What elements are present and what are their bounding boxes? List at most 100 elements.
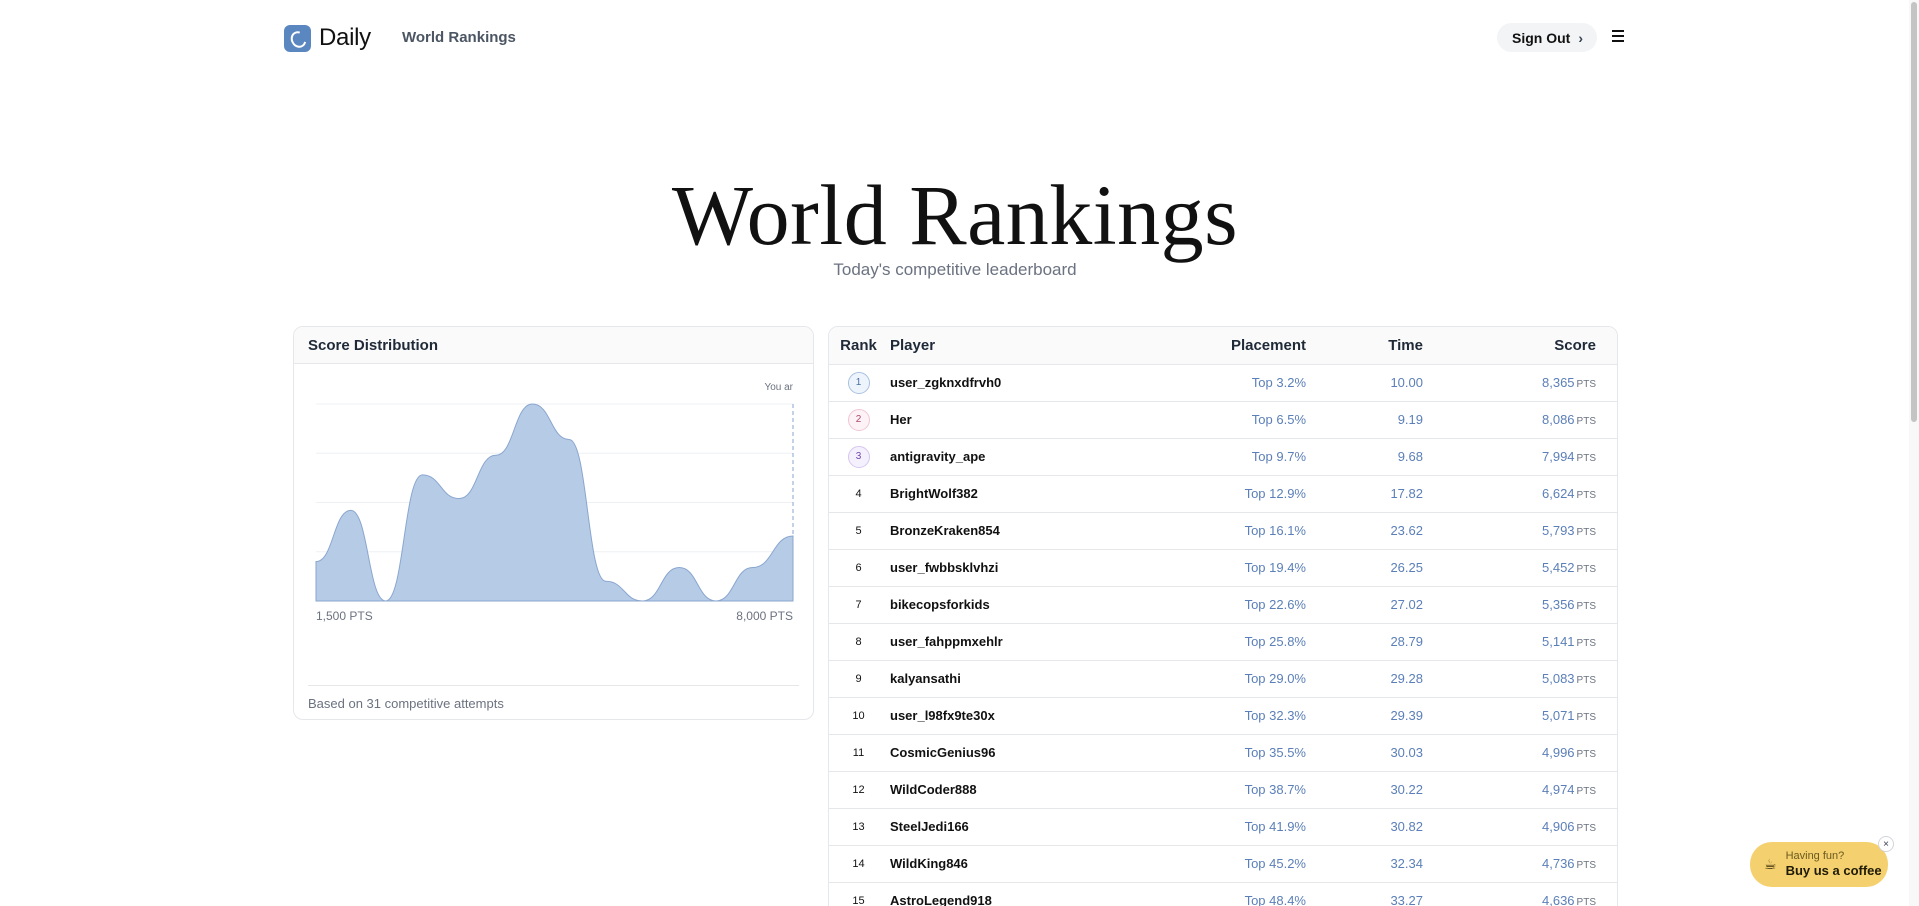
sign-out-button[interactable]: Sign Out › xyxy=(1497,23,1597,52)
close-coffee-icon[interactable]: × xyxy=(1878,836,1894,852)
rank-medal-badge: 3 xyxy=(847,445,870,468)
pts-unit: PTS xyxy=(1576,897,1596,906)
pts-unit: PTS xyxy=(1576,749,1596,760)
cell-score: 4,996 PTS xyxy=(1423,734,1617,772)
score-distribution-card: Score Distribution You ar 1,500 PTS 8,00… xyxy=(293,326,814,720)
rank-number: 13 xyxy=(852,820,865,833)
rank-number: 5 xyxy=(855,524,862,537)
cell-rank: 4 xyxy=(829,475,888,513)
score-value: 5,356 xyxy=(1542,597,1575,612)
brand-link[interactable]: Daily xyxy=(284,24,371,52)
pts-unit: PTS xyxy=(1576,786,1596,797)
pts-unit: PTS xyxy=(1576,453,1596,464)
cell-placement: Top 6.5% xyxy=(1158,401,1306,439)
score-value: 6,624 xyxy=(1542,486,1575,501)
cell-player[interactable]: WildKing846 xyxy=(888,845,1158,883)
score-value: 5,452 xyxy=(1542,560,1575,575)
pts-unit: PTS xyxy=(1576,860,1596,871)
pts-unit: PTS xyxy=(1576,490,1596,501)
cell-placement: Top 35.5% xyxy=(1158,734,1306,772)
leaderboard-card: Rank Player Placement Time Score 1 user_z… xyxy=(828,326,1618,906)
cell-player[interactable]: bikecopsforkids xyxy=(888,586,1158,624)
cell-player[interactable]: user_zgknxdfrvh0 xyxy=(888,364,1158,402)
column-header-player: Player xyxy=(888,327,1158,365)
coffee-line-2: Buy us a coffee xyxy=(1785,863,1882,878)
chevron-right-icon: › xyxy=(1578,29,1583,46)
distribution-footer: Based on 31 competitive attempts xyxy=(308,685,799,711)
pts-unit: PTS xyxy=(1576,675,1596,686)
score-value: 8,086 xyxy=(1542,412,1575,427)
cell-score: 5,071 PTS xyxy=(1423,697,1617,735)
cell-player[interactable]: user_fahppmxehlr xyxy=(888,623,1158,661)
cell-score: 7,994 PTS xyxy=(1423,438,1617,476)
cell-score: 5,083 PTS xyxy=(1423,660,1617,698)
scrollbar-thumb[interactable] xyxy=(1911,2,1917,422)
table-row[interactable]: 11 CosmicGenius96 Top 35.5% 30.03 4,996 PTS xyxy=(829,734,1617,772)
table-row[interactable]: 10 user_l98fx9te30x Top 32.3% 29.39 5,071 PTS xyxy=(829,697,1617,735)
cell-placement: Top 45.2% xyxy=(1158,845,1306,883)
table-row[interactable]: 13 SteelJedi166 Top 41.9% 30.82 4,906 PTS xyxy=(829,808,1617,846)
cell-player[interactable]: kalyansathi xyxy=(888,660,1158,698)
score-value: 4,736 xyxy=(1542,856,1575,871)
score-value: 4,636 xyxy=(1542,893,1575,906)
cell-player[interactable]: CosmicGenius96 xyxy=(888,734,1158,772)
buy-coffee-button[interactable]: ☕ Having fun? Buy us a coffee xyxy=(1750,842,1888,887)
score-distribution-chart: You ar 1,500 PTS 8,000 PTS xyxy=(315,382,794,623)
cell-placement: Top 38.7% xyxy=(1158,771,1306,809)
your-score-marker-label: You ar xyxy=(764,382,793,393)
top-bar: Daily World Rankings Sign Out › xyxy=(0,0,1900,76)
cell-placement: Top 19.4% xyxy=(1158,549,1306,587)
table-row[interactable]: 15 AstroLegend918 Top 48.4% 33.27 4,636 PTS xyxy=(829,882,1617,906)
cell-placement: Top 25.8% xyxy=(1158,623,1306,661)
cell-player[interactable]: BronzeKraken854 xyxy=(888,512,1158,550)
cell-player[interactable]: Her xyxy=(888,401,1158,439)
cell-player[interactable]: WildCoder888 xyxy=(888,771,1158,809)
cell-placement: Top 22.6% xyxy=(1158,586,1306,624)
rank-medal-badge: 2 xyxy=(847,408,870,431)
cell-time: 30.82 xyxy=(1306,808,1423,846)
table-row[interactable]: 9 kalyansathi Top 29.0% 29.28 5,083 PTS xyxy=(829,660,1617,698)
table-row[interactable]: 6 user_fwbbsklvhzi Top 19.4% 26.25 5,452 PTS xyxy=(829,549,1617,587)
cell-placement: Top 48.4% xyxy=(1158,882,1306,906)
table-row[interactable]: 5 BronzeKraken854 Top 16.1% 23.62 5,793 PTS xyxy=(829,512,1617,550)
page-title: World Rankings xyxy=(671,167,1239,263)
x-axis-min-label: 1,500 PTS xyxy=(316,609,373,623)
cell-player[interactable]: BrightWolf382 xyxy=(888,475,1158,513)
table-row[interactable]: 14 WildKing846 Top 45.2% 32.34 4,736 PTS xyxy=(829,845,1617,883)
cell-rank: 8 xyxy=(829,623,888,661)
table-row[interactable]: 4 BrightWolf382 Top 12.9% 17.82 6,624 PTS xyxy=(829,475,1617,513)
coffee-text: Having fun? Buy us a coffee xyxy=(1786,850,1882,879)
rank-number: 12 xyxy=(852,783,865,796)
cell-player[interactable]: AstroLegend918 xyxy=(888,882,1158,906)
table-row[interactable]: 7 bikecopsforkids Top 22.6% 27.02 5,356 PTS xyxy=(829,586,1617,624)
cell-player[interactable]: user_l98fx9te30x xyxy=(888,697,1158,735)
cell-time: 26.25 xyxy=(1306,549,1423,587)
cell-score: 4,636 PTS xyxy=(1423,882,1617,906)
cell-player[interactable]: SteelJedi166 xyxy=(888,808,1158,846)
score-value: 5,793 xyxy=(1542,523,1575,538)
table-row[interactable]: 3 antigravity_ape Top 9.7% 9.68 7,994 PTS xyxy=(829,438,1617,476)
nav-link-world-rankings[interactable]: World Rankings xyxy=(402,29,516,46)
rank-number: 10 xyxy=(852,709,865,722)
column-header-time: Time xyxy=(1306,327,1423,365)
page-scrollbar[interactable] xyxy=(1909,0,1919,906)
table-row[interactable]: 8 user_fahppmxehlr Top 25.8% 28.79 5,141 PTS xyxy=(829,623,1617,661)
score-value: 8,365 xyxy=(1542,375,1575,390)
table-row[interactable]: 1 user_zgknxdfrvh0 Top 3.2% 10.00 8,365 PTS xyxy=(829,364,1617,402)
cell-time: 10.00 xyxy=(1306,364,1423,402)
rank-number: 14 xyxy=(852,857,865,870)
cell-score: 8,086 PTS xyxy=(1423,401,1617,439)
hamburger-menu-icon[interactable] xyxy=(1609,27,1627,45)
daily-logo-icon xyxy=(284,24,311,52)
table-row[interactable]: 2 Her Top 6.5% 9.19 8,086 PTS xyxy=(829,401,1617,439)
score-value: 5,141 xyxy=(1542,634,1575,649)
table-row[interactable]: 12 WildCoder888 Top 38.7% 30.22 4,974 PTS xyxy=(829,771,1617,809)
cell-player[interactable]: user_fwbbsklvhzi xyxy=(888,549,1158,587)
cell-time: 27.02 xyxy=(1306,586,1423,624)
cell-rank: 13 xyxy=(829,808,888,846)
cell-player[interactable]: antigravity_ape xyxy=(888,438,1158,476)
rank-medal-badge: 1 xyxy=(847,371,870,394)
cell-rank: 11 xyxy=(829,734,888,772)
score-value: 4,974 xyxy=(1542,782,1575,797)
cell-score: 5,452 PTS xyxy=(1423,549,1617,587)
